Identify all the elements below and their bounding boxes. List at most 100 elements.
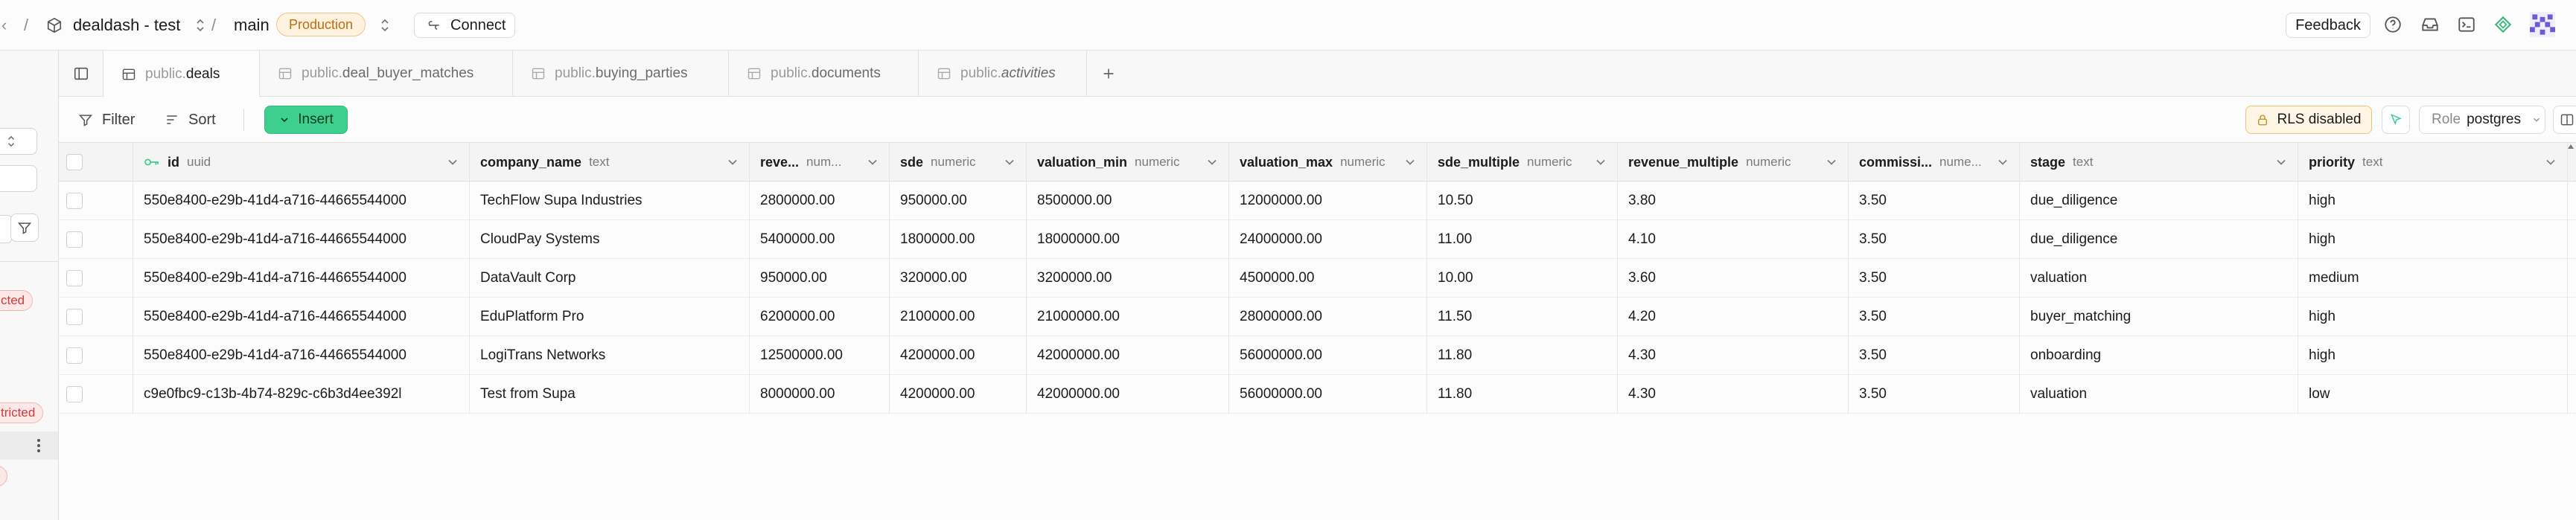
table-cell[interactable]: 550e8400-e29b-41d4-a716-44665544000 [133, 220, 470, 259]
table-cell[interactable]: 5400000.00 [750, 220, 890, 259]
table-cell[interactable]: 12000000.00 [1229, 182, 1427, 220]
table-cell[interactable]: low [2298, 375, 2568, 414]
row-checkbox[interactable] [66, 386, 83, 402]
column-menu-chevron-icon[interactable] [725, 155, 740, 170]
table-cell[interactable]: DataVault Corp [470, 259, 750, 298]
feedback-button[interactable]: Feedback [2286, 13, 2371, 38]
table-row[interactable]: 550e8400-e29b-41d4-a716-44665544000 DataV… [59, 259, 2576, 298]
table-cell[interactable]: Enter [2568, 259, 2576, 298]
column-menu-chevron-icon[interactable] [1403, 155, 1418, 170]
table-cell[interactable]: c9e0fbc9-c13b-4b74-829c-c6b3d4ee392l [133, 375, 470, 414]
column-menu-chevron-icon[interactable] [2274, 155, 2289, 170]
back-chevron-icon[interactable]: ‹ [1, 0, 7, 51]
column-menu-chevron-icon[interactable] [1995, 155, 2010, 170]
filter-button[interactable]: Filter [78, 97, 135, 143]
table-cell[interactable]: valuation [2020, 259, 2298, 298]
insert-button[interactable]: Insert [264, 106, 348, 134]
sidebar-item-selected[interactable] [0, 431, 58, 460]
column-menu-chevron-icon[interactable] [1593, 155, 1608, 170]
branch-chevron-icon[interactable] [378, 0, 392, 51]
column-header[interactable]: sde_multiple numeric [1427, 143, 1618, 182]
table-cell[interactable]: 3.50 [1849, 220, 2020, 259]
table-cell[interactable]: Real- [2568, 336, 2576, 375]
table-cell[interactable]: 21000000.00 [1027, 298, 1229, 336]
table-cell[interactable]: 550e8400-e29b-41d4-a716-44665544000 [133, 182, 470, 220]
table-cell[interactable]: 4200000.00 [890, 375, 1027, 414]
inbox-icon[interactable] [2416, 10, 2444, 39]
table-cell[interactable]: 8000000.00 [750, 375, 890, 414]
add-tab-button[interactable] [1097, 62, 1120, 86]
sort-button[interactable]: Sort [165, 97, 216, 143]
table-cell[interactable]: 3.50 [1849, 375, 2020, 414]
table-cell[interactable]: 3.50 [1849, 259, 2020, 298]
table-cell[interactable]: AI-po [2568, 298, 2576, 336]
table-cell[interactable]: buyer_matching [2020, 298, 2298, 336]
table-cell[interactable]: 28000000.00 [1229, 298, 1427, 336]
table-row[interactable]: 550e8400-e29b-41d4-a716-44665544000 Cloud… [59, 220, 2576, 259]
table-cell[interactable]: 2800000.00 [750, 182, 890, 220]
table-search-input[interactable] [0, 165, 37, 192]
table-cell[interactable]: Enter [2568, 220, 2576, 259]
table-cell[interactable]: due_diligence [2020, 220, 2298, 259]
table-cell[interactable]: medium [2298, 259, 2568, 298]
table-cell[interactable]: 3.50 [1849, 336, 2020, 375]
table-cell[interactable]: 56000000.00 [1229, 336, 1427, 375]
tab-deal-buyer-matches[interactable]: public.deal_buyer_matches [260, 51, 513, 97]
column-menu-chevron-icon[interactable] [865, 155, 880, 170]
table-cell[interactable]: 4.30 [1618, 336, 1849, 375]
table-row[interactable]: 550e8400-e29b-41d4-a716-44665544000 LogiT… [59, 336, 2576, 375]
table-cell[interactable]: high [2298, 182, 2568, 220]
column-menu-chevron-icon[interactable] [1824, 155, 1839, 170]
definition-view-button[interactable] [2553, 106, 2576, 134]
table-cell[interactable]: 10.50 [1427, 182, 1618, 220]
table-cell[interactable]: 42000000.00 [1027, 336, 1229, 375]
table-cell[interactable]: CloudPay Systems [470, 220, 750, 259]
table-cell[interactable]: 550e8400-e29b-41d4-a716-44665544000 [133, 259, 470, 298]
table-cell[interactable]: 4.30 [1618, 375, 1849, 414]
select-all-checkbox[interactable] [66, 154, 83, 170]
role-selector[interactable]: Role postgres [2419, 106, 2545, 134]
row-checkbox[interactable] [66, 231, 83, 248]
table-cell[interactable]: onboarding [2020, 336, 2298, 375]
table-cell[interactable]: high [2298, 220, 2568, 259]
table-cell[interactable]: rando [2568, 375, 2576, 414]
table-cell[interactable]: 3.60 [1618, 259, 1849, 298]
filter-tables-button[interactable] [10, 214, 39, 242]
table-cell[interactable]: 3.50 [1849, 298, 2020, 336]
column-menu-chevron-icon[interactable] [1002, 155, 1017, 170]
row-checkbox[interactable] [66, 309, 83, 325]
connect-button[interactable]: Connect [414, 13, 515, 38]
row-checkbox[interactable] [66, 193, 83, 209]
tab-activities[interactable]: public.activities [919, 51, 1087, 97]
table-cell[interactable]: LogiTrans Networks [470, 336, 750, 375]
table-cell[interactable]: 3200000.00 [1027, 259, 1229, 298]
table-cell[interactable]: 3.50 [1849, 182, 2020, 220]
table-cell[interactable]: valuation [2020, 375, 2298, 414]
table-cell[interactable]: 4.20 [1618, 298, 1849, 336]
terminal-icon[interactable] [2452, 10, 2481, 39]
column-header[interactable]: reve... num... [750, 143, 890, 182]
table-cell[interactable]: 11.80 [1427, 375, 1618, 414]
table-cell[interactable]: 11.50 [1427, 298, 1618, 336]
branch-name[interactable]: main [234, 0, 270, 51]
table-cell[interactable]: 6200000.00 [750, 298, 890, 336]
schema-selector[interactable] [0, 128, 37, 155]
table-cell[interactable]: 950000.00 [890, 182, 1027, 220]
table-cell[interactable]: 10.00 [1427, 259, 1618, 298]
column-menu-chevron-icon[interactable] [1205, 155, 1220, 170]
table-cell[interactable]: 24000000.00 [1229, 220, 1427, 259]
table-cell[interactable]: 56000000.00 [1229, 375, 1427, 414]
table-cell[interactable]: 1800000.00 [890, 220, 1027, 259]
column-header[interactable]: id uuid [133, 143, 470, 182]
table-cell[interactable]: 8500000.00 [1027, 182, 1229, 220]
table-cell[interactable]: due_diligence [2020, 182, 2298, 220]
table-row[interactable]: 550e8400-e29b-41d4-a716-44665544000 EduPl… [59, 298, 2576, 336]
table-cell[interactable]: 550e8400-e29b-41d4-a716-44665544000 [133, 298, 470, 336]
tab-documents[interactable]: public.documents [729, 51, 919, 97]
table-cell[interactable]: 12500000.00 [750, 336, 890, 375]
column-header[interactable]: company_name text [470, 143, 750, 182]
column-header[interactable]: valuation_min numeric [1027, 143, 1229, 182]
scroll-up-arrow-icon[interactable] [2566, 143, 2576, 182]
realtime-button[interactable] [2382, 106, 2410, 134]
table-cell[interactable]: 950000.00 [750, 259, 890, 298]
